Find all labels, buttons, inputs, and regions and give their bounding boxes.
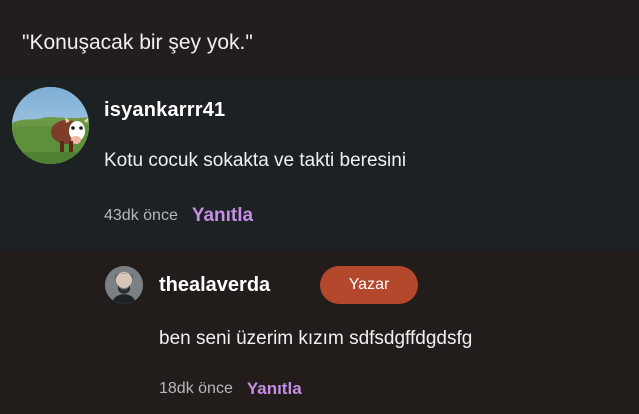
quote-title: "Konuşacak bir şey yok." bbox=[22, 31, 253, 54]
profile-photo-icon bbox=[105, 266, 143, 304]
quote-header: "Konuşacak bir şey yok." bbox=[0, 0, 639, 78]
reply-timestamp: 18dk önce bbox=[159, 380, 233, 397]
reply-avatar[interactable] bbox=[105, 266, 143, 304]
cow-photo-icon bbox=[12, 87, 89, 164]
reply-button[interactable]: Yanıtla bbox=[192, 205, 253, 227]
reply-to-reply-button[interactable]: Yanıtla bbox=[247, 379, 302, 399]
comment-timestamp: 43dk önce bbox=[104, 207, 178, 224]
reply-meta: 18dk önce Yanıtla bbox=[159, 377, 302, 401]
reply-username[interactable]: thealaverda bbox=[159, 274, 270, 297]
reply-text: ben seni üzerim kızım sdfsdgffdgdsfg bbox=[159, 328, 473, 349]
comment-text: Kotu cocuk sokakta ve takti beresini bbox=[104, 150, 407, 171]
comment-username[interactable]: isyankarrr41 bbox=[104, 99, 225, 122]
comment-meta: 43dk önce Yanıtla bbox=[104, 204, 253, 228]
author-badge: Yazar bbox=[320, 266, 418, 304]
avatar[interactable] bbox=[12, 87, 89, 164]
